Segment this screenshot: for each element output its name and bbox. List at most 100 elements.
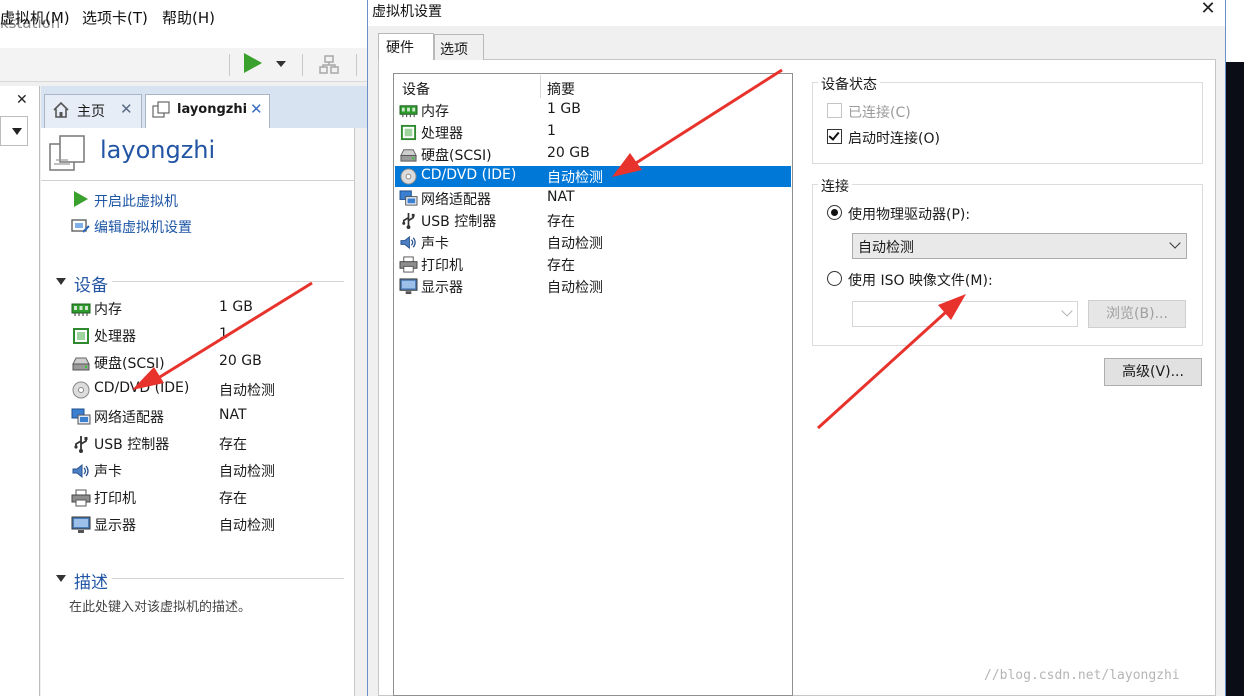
iso-image-radio[interactable] bbox=[827, 271, 842, 286]
hardware-row-device: 内存 bbox=[421, 104, 449, 120]
divider bbox=[112, 281, 344, 282]
hardware-row-summary: 20 GB bbox=[547, 145, 590, 161]
device-name[interactable]: 硬盘(SCSI) bbox=[94, 353, 165, 373]
printer-icon bbox=[399, 256, 418, 273]
hard-disk-icon bbox=[72, 357, 90, 371]
cd-dvd-icon bbox=[400, 168, 417, 185]
physical-drive-radio[interactable] bbox=[827, 205, 842, 220]
dialog-titlebar bbox=[368, 0, 1225, 26]
column-header-summary[interactable]: 摘要 bbox=[547, 79, 575, 99]
memory-icon bbox=[399, 105, 418, 118]
check-icon bbox=[828, 129, 840, 141]
watermark: //blog.csdn.net/layongzhi bbox=[984, 668, 1180, 683]
connection-title: 连接 bbox=[818, 176, 852, 196]
column-divider[interactable] bbox=[540, 75, 541, 98]
power-on-vm-link[interactable]: 开启此虚拟机 bbox=[94, 191, 178, 211]
edit-vm-settings-link[interactable]: 编辑虚拟机设置 bbox=[94, 217, 192, 237]
hardware-row-device: 硬盘(SCSI) bbox=[421, 148, 492, 164]
device-name[interactable]: 声卡 bbox=[94, 461, 122, 481]
sound-icon bbox=[400, 235, 416, 250]
chevron-down-icon[interactable] bbox=[56, 575, 66, 582]
menu-help[interactable]: 帮助(H) bbox=[162, 7, 215, 28]
connected-label: 已连接(C) bbox=[848, 105, 911, 121]
tab-layongzhi-close-icon[interactable]: ✕ bbox=[250, 100, 263, 118]
power-on-icon[interactable] bbox=[244, 53, 262, 73]
sound-icon bbox=[72, 463, 89, 479]
hardware-row-device: 处理器 bbox=[421, 126, 463, 142]
device-value: 自动检测 bbox=[219, 464, 275, 480]
device-value: 1 bbox=[219, 326, 228, 342]
vm-icon bbox=[152, 101, 170, 118]
vmware-menubar bbox=[0, 48, 372, 82]
network-adapter-icon bbox=[399, 190, 418, 206]
hardware-row-summary: 1 GB bbox=[547, 101, 581, 117]
usb-icon bbox=[402, 212, 415, 229]
edit-settings-icon[interactable] bbox=[71, 217, 91, 235]
menu-vm[interactable]: 虚拟机(M) bbox=[0, 7, 70, 28]
hardware-row-device: 打印机 bbox=[421, 258, 463, 274]
device-name[interactable]: 打印机 bbox=[94, 488, 136, 508]
advanced-button[interactable]: 高级(V)... bbox=[1104, 358, 1202, 386]
iso-image-path-combobox[interactable] bbox=[852, 301, 1078, 327]
desktop-window-edge bbox=[1226, 0, 1244, 62]
hardware-row[interactable] bbox=[395, 100, 791, 121]
hard-disk-icon bbox=[400, 149, 417, 162]
connected-checkbox[interactable] bbox=[827, 103, 842, 118]
tab-hardware-label: 硬件 bbox=[386, 40, 414, 56]
divider bbox=[112, 578, 344, 579]
desktop-background bbox=[1226, 0, 1244, 696]
toolbar-separator bbox=[356, 54, 357, 76]
toolbar-separator bbox=[302, 54, 303, 76]
device-name[interactable]: 内存 bbox=[94, 299, 122, 319]
device-value: 1 GB bbox=[219, 299, 253, 315]
snapshot-icon[interactable] bbox=[318, 54, 340, 76]
hardware-row-device: 显示器 bbox=[421, 280, 463, 296]
library-close-icon[interactable]: ✕ bbox=[16, 92, 28, 108]
cd-dvd-icon bbox=[72, 381, 90, 399]
chevron-down-icon bbox=[12, 128, 22, 135]
menu-tabs[interactable]: 选项卡(T) bbox=[82, 7, 148, 28]
browse-button[interactable]: 浏览(B)... bbox=[1088, 300, 1186, 328]
device-name[interactable]: USB 控制器 bbox=[94, 434, 169, 454]
power-on-icon[interactable] bbox=[74, 191, 88, 207]
device-value: 存在 bbox=[219, 437, 247, 453]
hardware-row-summary: 自动检测 bbox=[547, 170, 603, 186]
device-value: 存在 bbox=[219, 491, 247, 507]
description-section-title[interactable]: 描述 bbox=[74, 568, 108, 593]
device-value: NAT bbox=[219, 407, 247, 423]
chevron-down-icon[interactable] bbox=[56, 278, 66, 285]
column-header-device[interactable]: 设备 bbox=[402, 79, 430, 99]
processor-icon bbox=[400, 124, 417, 141]
tab-home-close-icon[interactable]: ✕ bbox=[120, 100, 133, 118]
device-value: 20 GB bbox=[219, 353, 262, 369]
vm-name-title: layongzhi bbox=[100, 136, 216, 164]
connect-at-power-on-checkbox[interactable] bbox=[827, 129, 842, 144]
processor-icon bbox=[73, 328, 89, 344]
physical-drive-value: 自动检测 bbox=[858, 240, 914, 256]
divider bbox=[41, 180, 355, 181]
home-icon bbox=[53, 101, 69, 118]
hardware-row-device: USB 控制器 bbox=[421, 214, 497, 230]
library-panel bbox=[0, 86, 40, 696]
tab-options-label: 选项 bbox=[440, 42, 468, 58]
device-name[interactable]: CD/DVD (IDE) bbox=[94, 380, 189, 396]
close-icon[interactable]: ✕ bbox=[1196, 0, 1220, 20]
hardware-row-summary: 自动检测 bbox=[547, 236, 603, 252]
printer-icon bbox=[71, 489, 91, 507]
dialog-title: 虚拟机设置 bbox=[372, 4, 442, 20]
memory-icon bbox=[71, 303, 91, 316]
hardware-row-device: CD/DVD (IDE) bbox=[421, 167, 517, 183]
description-placeholder[interactable]: 在此处键入对该虚拟机的描述。 bbox=[69, 596, 251, 615]
hardware-row-summary: 1 bbox=[547, 123, 556, 139]
devices-section-title[interactable]: 设备 bbox=[74, 271, 108, 296]
iso-image-label: 使用 ISO 映像文件(M): bbox=[848, 273, 993, 289]
usb-icon bbox=[74, 436, 88, 453]
tab-layongzhi-label: layongzhi bbox=[177, 102, 248, 117]
device-name[interactable]: 处理器 bbox=[94, 326, 136, 346]
network-adapter-icon bbox=[71, 408, 91, 425]
device-name[interactable]: 显示器 bbox=[94, 515, 136, 535]
device-status-title: 设备状态 bbox=[818, 74, 880, 94]
device-name[interactable]: 网络适配器 bbox=[94, 407, 164, 427]
chevron-down-icon[interactable] bbox=[276, 61, 286, 67]
hardware-row-summary: NAT bbox=[547, 189, 575, 205]
